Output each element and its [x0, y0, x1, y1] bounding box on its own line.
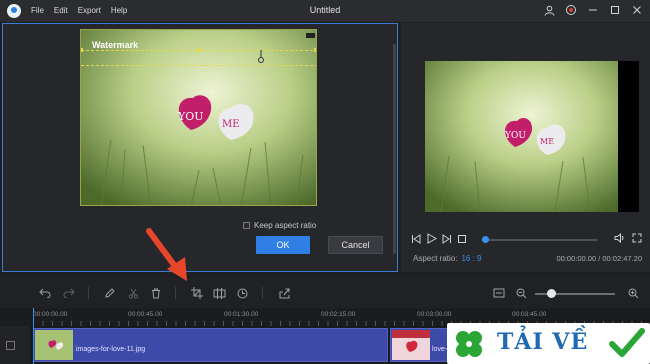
maximize-icon[interactable] [608, 3, 622, 17]
heart-text-you: YOU [177, 110, 204, 123]
aspect-ratio-row: Aspect ratio: 16 : 9 [413, 254, 481, 263]
minimize-icon[interactable] [586, 3, 600, 17]
edit-pencil-icon[interactable] [102, 286, 116, 300]
ruler-time-label: 00:02:15.00 [321, 311, 356, 318]
prev-frame-icon[interactable] [411, 233, 421, 246]
title-bar: File Edit Export Help Untitled [0, 0, 650, 22]
annotation-arrow-icon [143, 225, 193, 285]
ruler-time-label: 00:00:00.00 [33, 311, 68, 318]
clip-thumbnail [35, 330, 73, 360]
cut-icon[interactable] [126, 286, 140, 300]
clover-icon [451, 326, 487, 364]
toolbar-divider [88, 287, 89, 299]
preview-image: YOU ME [425, 61, 618, 212]
watermark-selection-box[interactable] [81, 48, 316, 66]
resize-handle[interactable] [81, 48, 83, 52]
zoom-slider-knob[interactable] [547, 289, 556, 298]
watermark-text[interactable]: Watermark [92, 40, 138, 50]
account-icon[interactable] [542, 3, 556, 17]
undo-icon[interactable] [38, 286, 52, 300]
track-lock-icon[interactable] [6, 341, 15, 350]
zoom-out-icon[interactable] [514, 286, 528, 300]
editor-scrollbar[interactable] [393, 44, 396, 254]
menu-edit[interactable]: Edit [54, 6, 68, 15]
badge-text: TẢI VỀ [497, 329, 589, 355]
keep-aspect-label: Keep aspect ratio [254, 221, 317, 230]
cancel-button[interactable]: Cancel [328, 236, 383, 254]
aspect-ratio-value[interactable]: 16 : 9 [461, 254, 481, 263]
aspect-ratio-label: Aspect ratio: [413, 254, 458, 263]
menu-bar: File Edit Export Help [31, 6, 127, 15]
crop-icon[interactable] [190, 286, 204, 300]
redo-icon[interactable] [62, 286, 76, 300]
fit-timeline-icon[interactable] [492, 286, 506, 300]
toolbar-divider [175, 287, 176, 299]
stop-icon[interactable] [457, 234, 467, 246]
resize-handle[interactable] [197, 48, 201, 52]
menu-file[interactable]: File [31, 6, 44, 15]
preview-stage: YOU ME [425, 61, 639, 212]
preview-heart-text-me: ME [540, 137, 554, 146]
ruler-time-label: 00:01:30.00 [224, 311, 259, 318]
resize-handle[interactable] [314, 48, 316, 52]
zoom-in-icon[interactable] [626, 286, 640, 300]
app-logo-icon [7, 4, 21, 18]
preview-right-controls [614, 232, 642, 245]
keep-aspect-checkbox[interactable] [243, 222, 250, 229]
keep-aspect-ratio[interactable]: Keep aspect ratio [243, 221, 316, 230]
title-icons [542, 3, 644, 17]
ok-button[interactable]: OK [256, 236, 310, 254]
site-watermark-badge: TẢI VỀ [447, 323, 650, 364]
timeline-clip[interactable]: images-for-love-11.jpg [33, 328, 388, 362]
delete-icon[interactable] [149, 286, 163, 300]
play-icon[interactable] [426, 233, 438, 246]
fullscreen-icon[interactable] [632, 233, 642, 245]
time-readout: 00:00:00.00 / 00:02:47.20 [556, 254, 643, 263]
store-icon[interactable] [564, 3, 578, 17]
ruler-time-label: 00:03:45.00 [512, 311, 547, 318]
checkmark-icon [609, 327, 645, 361]
close-icon[interactable] [630, 3, 644, 17]
ruler-time-label: 00:03:00.00 [417, 311, 452, 318]
clip-label: love- [432, 346, 448, 353]
preview-heart-text-you: YOU [504, 131, 526, 141]
menu-help[interactable]: Help [111, 6, 127, 15]
preview-panel: YOU ME Aspect ratio:16 : 9 00:00:00.00 [401, 23, 650, 272]
mosaic-icon[interactable] [212, 286, 226, 300]
progress-knob[interactable] [482, 236, 489, 243]
track-header [0, 326, 30, 364]
ruler-time-label: 00:00:45.00 [128, 311, 163, 318]
rotate-handle-icon[interactable] [256, 50, 266, 64]
playback-controls [411, 233, 467, 246]
heart-text-me: ME [222, 119, 240, 130]
next-frame-icon[interactable] [442, 233, 452, 246]
playback-progress-bar[interactable] [482, 236, 597, 243]
watermark-editor-panel: YOU ME Watermark Keep aspect ratio OK Ca… [2, 23, 398, 272]
timeline-playhead[interactable] [33, 308, 34, 364]
menu-export[interactable]: Export [78, 6, 101, 15]
clip-thumbnail [392, 330, 430, 360]
editor-canvas-image[interactable]: YOU ME Watermark [80, 29, 317, 206]
toolbar-divider [262, 287, 263, 299]
duration-clock-icon[interactable] [235, 286, 249, 300]
clip-label: images-for-love-11.jpg [76, 346, 146, 353]
volume-icon[interactable] [614, 232, 625, 245]
export-share-icon[interactable] [277, 286, 291, 300]
